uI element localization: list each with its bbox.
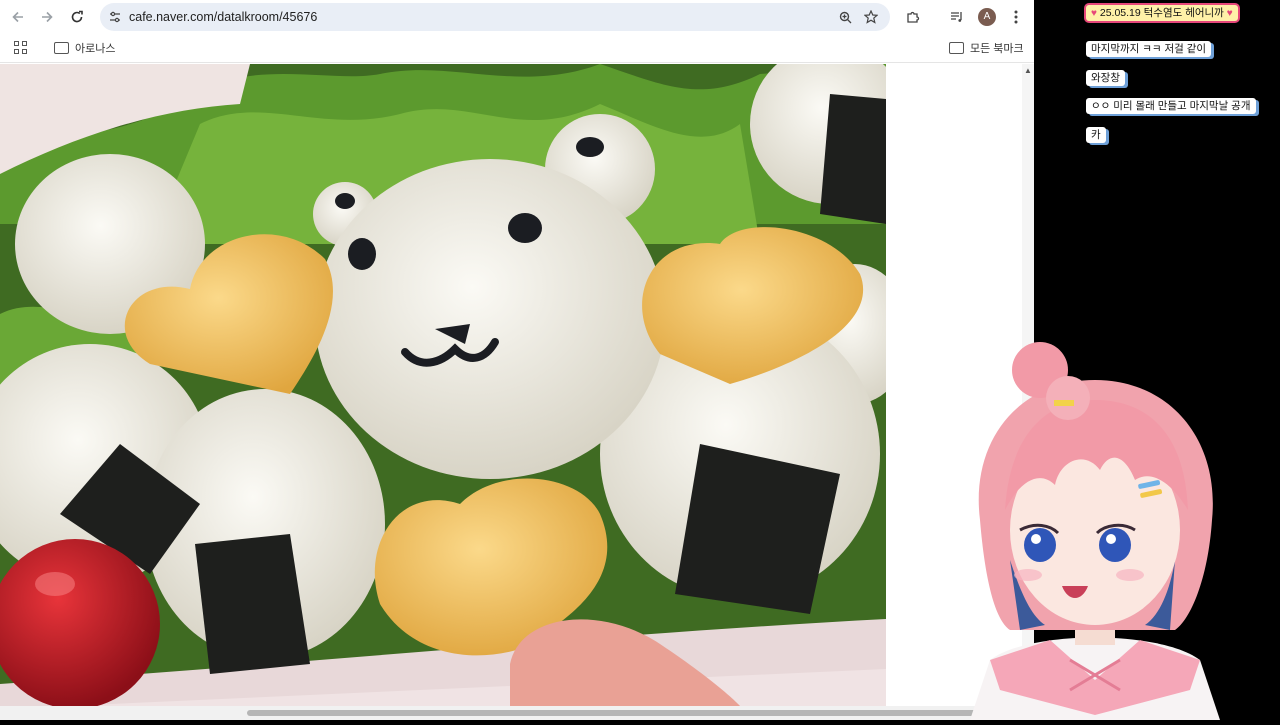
chat-message: ㅇㅇ 미리 몰래 만들고 마지막날 공개 [1086,98,1256,114]
chat-message: 카 [1086,127,1106,143]
forward-icon[interactable] [34,4,60,30]
profile-avatar[interactable]: A [978,8,996,26]
page-content: ▲ [0,64,1034,720]
horizontal-scrollbar[interactable] [0,706,1034,720]
pinned-chat-message: ♥ 25.05.19 턱수염도 헤어니까 ♥ [1086,5,1238,21]
media-control-icon[interactable] [945,5,969,29]
folder-icon [949,42,964,54]
heart-icon: ♥ [1226,8,1233,19]
chat-overlay: ♥ 25.05.19 턱수염도 헤어니까 ♥ 마지막까지 ㅋㅋ 저걸 같이 와장… [1082,0,1280,160]
puzzle-icon[interactable] [901,5,925,29]
pinned-chat-text: 25.05.19 턱수염도 헤어니까 [1099,7,1224,19]
browser-toolbar: cafe.naver.com/datalkroom/45676 A [0,0,1034,34]
vtuber-illustration [970,342,1220,720]
star-icon[interactable] [860,3,882,31]
browser-window: cafe.naver.com/datalkroom/45676 A 아로나스 모… [0,0,1034,720]
chat-message: 마지막까지 ㅋㅋ 저걸 같이 [1086,41,1212,57]
tune-icon[interactable] [106,3,124,31]
reload-icon[interactable] [64,4,90,30]
bookmarks-bar: 아로나스 모든 북마크 [0,34,1034,63]
bento-illustration [0,64,886,706]
all-bookmarks[interactable]: 모든 북마크 [949,34,1024,62]
chat-message: 와장창 [1086,70,1125,86]
all-bookmarks-label: 모든 북마크 [970,43,1024,55]
folder-icon [54,42,69,54]
horizontal-scroll-thumb[interactable] [247,710,1034,716]
bookmark-folder[interactable]: 아로나스 [54,34,115,62]
bookmark-folder-label: 아로나스 [75,43,116,55]
bento-photo [0,64,886,706]
back-icon[interactable] [5,4,31,30]
address-bar[interactable]: cafe.naver.com/datalkroom/45676 [100,3,890,31]
scroll-up-arrow-icon[interactable]: ▲ [1024,66,1032,75]
zoom-icon[interactable] [834,3,856,31]
apps-grid-icon[interactable] [14,41,27,54]
url-text[interactable]: cafe.naver.com/datalkroom/45676 [129,3,317,31]
kebab-menu-icon[interactable] [1004,5,1028,29]
vtuber-avatar [950,330,1240,720]
heart-icon: ♥ [1091,8,1097,19]
